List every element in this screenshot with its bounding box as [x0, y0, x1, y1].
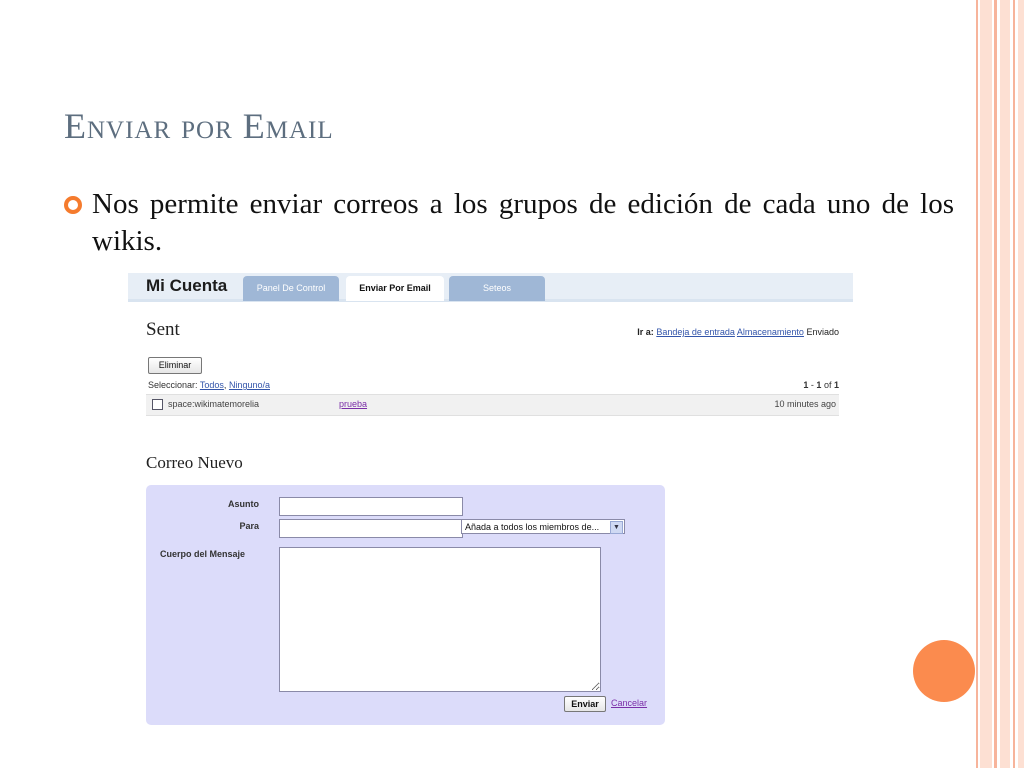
message-time: 10 minutes ago: [774, 399, 836, 409]
message-from: space:wikimatemorelia: [168, 399, 260, 409]
slide-title: Enviar por Email: [64, 106, 334, 146]
tab-enviar-por-email[interactable]: Enviar Por Email: [346, 276, 444, 301]
decorative-stripes: [976, 0, 1024, 768]
table-row[interactable]: space:wikimatemorelia prueba 10 minutes …: [146, 394, 839, 416]
delete-button[interactable]: Eliminar: [148, 357, 202, 374]
tab-seteos[interactable]: Seteos: [449, 276, 545, 301]
compose-form: Asunto Para Añada a todos los miembros d…: [146, 485, 665, 725]
subject-input[interactable]: [279, 497, 463, 516]
message-checkbox[interactable]: [152, 399, 163, 410]
link-bandeja-de-entrada[interactable]: Bandeja de entrada: [656, 327, 735, 337]
bullet-text: Nos permite enviar correos a los grupos …: [92, 188, 954, 257]
account-screenshot: Mi Cuenta Panel De Control Enviar Por Em…: [128, 273, 853, 728]
chevron-down-icon[interactable]: ▼: [610, 521, 623, 534]
subject-label: Asunto: [228, 499, 259, 509]
send-button[interactable]: Enviar: [564, 696, 606, 712]
goto-label: Ir a:: [637, 327, 654, 337]
message-subject-link[interactable]: prueba: [339, 399, 367, 409]
goto-current: Enviado: [806, 327, 839, 337]
select-all-link[interactable]: Todos: [200, 380, 224, 390]
link-almacenamiento[interactable]: Almacenamiento: [737, 327, 804, 337]
to-input[interactable]: [279, 519, 463, 538]
select-row: Seleccionar: Todos, Ninguno/a: [148, 380, 270, 390]
body-textarea[interactable]: [279, 547, 601, 692]
body-label: Cuerpo del Mensaje: [160, 549, 246, 559]
pagination-count: 1 - 1 of 1: [803, 380, 839, 390]
sent-heading: Sent: [146, 319, 180, 340]
bullet-icon: [64, 196, 82, 214]
tab-panel-de-control[interactable]: Panel De Control: [243, 276, 339, 301]
recipients-select[interactable]: Añada a todos los miembros de... ▼: [461, 519, 625, 534]
select-label: Seleccionar:: [148, 380, 198, 390]
recipients-select-value: Añada a todos los miembros de...: [465, 522, 600, 532]
goto-nav: Ir a: Bandeja de entrada Almacenamiento …: [637, 327, 839, 337]
cancel-link[interactable]: Cancelar: [611, 698, 647, 708]
compose-heading: Correo Nuevo: [146, 453, 243, 472]
select-none-link[interactable]: Ninguno/a: [229, 380, 270, 390]
brand-title: Mi Cuenta: [146, 276, 228, 295]
decorative-circle: [913, 640, 975, 702]
to-label: Para: [239, 521, 259, 531]
bullet-item: Nos permite enviar correos a los grupos …: [64, 186, 954, 260]
